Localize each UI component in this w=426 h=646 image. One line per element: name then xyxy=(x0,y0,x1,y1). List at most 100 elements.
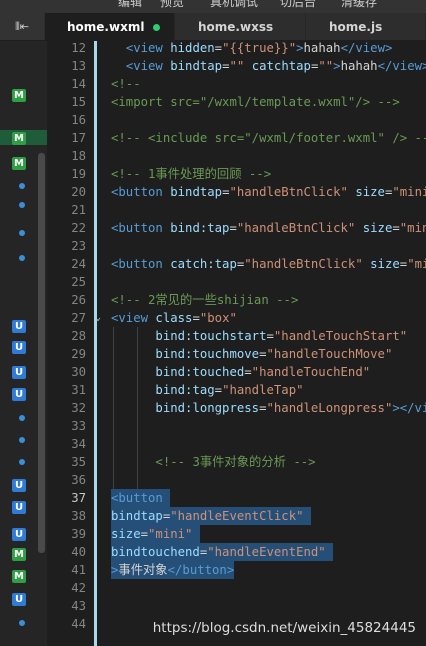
code-line[interactable]: 15 <import src="/wxml/template.wxml"/> --… xyxy=(47,93,426,111)
code-editor[interactable]: 12 <view hidden="{{true}}">hahah</view> 1… xyxy=(47,41,426,646)
code-line[interactable]: 27 ⌄ <view class="box" xyxy=(47,309,426,327)
status-dot-icon xyxy=(19,230,25,236)
code-text: bind:touched="handleTouchEnd" xyxy=(111,363,370,381)
line-number: 18 xyxy=(71,149,86,163)
code-line[interactable]: 20 <button bindtap="handleBtnClick" size=… xyxy=(47,183,426,201)
code-token: "handleLongpress" xyxy=(266,401,393,415)
code-line[interactable]: 22 <button bind:tap="handleBtnClick" size… xyxy=(47,219,426,237)
explorer-toggle-icon[interactable]: ⫴⇤ xyxy=(0,13,44,40)
indent-guide xyxy=(137,417,138,489)
code-token: hidden xyxy=(162,41,215,55)
line-number: 13 xyxy=(71,59,86,73)
code-line[interactable]: 32 bind:longpress="handleLongpress"></vi… xyxy=(47,399,426,417)
menu-item-background[interactable]: 切后台 xyxy=(280,0,316,10)
code-line[interactable]: 43 xyxy=(47,597,426,615)
line-number: 12 xyxy=(71,41,86,55)
code-line[interactable]: 39 size="mini" xyxy=(47,525,426,543)
line-number: 20 xyxy=(71,185,86,199)
code-line[interactable]: 13 <view bindtap="" catchtap="">hahah</v… xyxy=(47,57,426,75)
code-line[interactable]: 36 xyxy=(47,471,426,489)
code-token: bind:touched xyxy=(155,365,245,379)
code-line[interactable]: 24 <button catch:tap="handleBtnClick" siz… xyxy=(47,255,426,273)
modified-badge: M xyxy=(12,157,26,170)
code-token: = xyxy=(214,41,223,55)
code-line[interactable]: 38 bindtap="handleEventClick" xyxy=(47,507,426,525)
modified-badge: M xyxy=(12,132,26,145)
code-line[interactable]: 33 xyxy=(47,417,426,435)
untracked-badge: U xyxy=(12,479,26,492)
code-token: "handleTap" xyxy=(222,383,304,397)
line-number: 36 xyxy=(71,473,86,487)
code-token: <!-- <include src="/wxml/footer.wxml" />… xyxy=(111,131,426,145)
code-line[interactable]: 17 <!-- <include src="/wxml/footer.wxml" … xyxy=(47,129,426,147)
tab-home-wxss[interactable]: home.wxss xyxy=(176,13,306,40)
line-number: 25 xyxy=(71,275,86,289)
code-line[interactable]: 12 <view hidden="{{true}}">hahah</view> xyxy=(47,41,426,57)
code-token: "handleTouchMove" xyxy=(266,347,393,361)
menu-item-preview[interactable]: 预览 xyxy=(160,0,184,10)
code-line[interactable]: 41 >事件对象</button> xyxy=(47,561,426,579)
tab-home-js[interactable]: home.js xyxy=(307,13,426,40)
line-number: 14 xyxy=(71,77,86,91)
status-dot-icon xyxy=(19,437,25,443)
code-token: "handleEventEnd" xyxy=(207,545,334,559)
code-token: size xyxy=(362,257,400,271)
menu-item-edit[interactable]: 编辑 xyxy=(118,0,142,10)
code-line[interactable]: 31 bind:tag="handleTap" xyxy=(47,381,426,399)
code-token: "handleEventClick" xyxy=(170,509,311,523)
tab-label: home.js xyxy=(329,19,383,34)
untracked-badge: U xyxy=(12,388,26,401)
line-number: 37 xyxy=(71,491,86,505)
status-dot-icon xyxy=(19,202,25,208)
code-token: <view xyxy=(125,41,163,55)
code-line[interactable]: 21 xyxy=(47,201,426,219)
code-token: bindtap xyxy=(111,509,163,523)
line-number: 33 xyxy=(71,419,86,433)
code-line[interactable]: 19 <!-- 1事件处理的回顾 --> xyxy=(47,165,426,183)
code-token: = xyxy=(214,383,223,397)
code-line[interactable]: 28 bind:touchstart="handleTouchStart" xyxy=(47,327,426,345)
code-text: >事件对象</button> xyxy=(111,561,235,579)
code-line[interactable]: 37 <button xyxy=(47,489,426,507)
code-line[interactable]: 29 bind:touchmove="handleTouchMove" xyxy=(47,345,426,363)
code-token: "mini" xyxy=(392,185,426,199)
code-token: "" xyxy=(318,59,334,73)
fold-chevron-icon[interactable]: ⌄ xyxy=(95,309,101,327)
code-line[interactable]: 34 xyxy=(47,435,426,453)
code-token: "{{true}}" xyxy=(222,41,297,55)
code-line[interactable]: 35 <!-- 3事件对象的分析 --> xyxy=(47,453,426,471)
code-text: <button bind:tap="handleBtnClick" size="… xyxy=(111,219,426,237)
status-dot-icon xyxy=(19,415,25,421)
code-token: bindtap xyxy=(162,59,223,73)
code-line[interactable]: 23 xyxy=(47,237,426,255)
code-token: <button xyxy=(111,491,171,505)
code-token: size xyxy=(347,185,385,199)
menu-item-clear-cache[interactable]: 清缓存 xyxy=(341,0,377,10)
line-number: 16 xyxy=(71,113,86,127)
modified-dot-icon xyxy=(153,24,160,31)
code-text: bind:touchmove="handleTouchMove" xyxy=(111,345,392,363)
tab-home-wxml[interactable]: home.wxml xyxy=(45,13,175,40)
code-line[interactable]: 18 xyxy=(47,147,426,165)
code-text: bind:longpress="handleLongpress"></view> xyxy=(111,399,426,417)
code-token: 事件对象 xyxy=(118,563,168,577)
code-text: size="mini" xyxy=(111,525,200,543)
code-token: bindtouchend xyxy=(111,545,200,559)
code-line[interactable]: 16 xyxy=(47,111,426,129)
code-text: <button catch:tap="handleBtnClick" size=… xyxy=(111,255,426,273)
code-line[interactable]: 40 bindtouchend="handleEventEnd" xyxy=(47,543,426,561)
sidebar-scrollbar[interactable] xyxy=(38,153,45,553)
code-line[interactable]: 42 xyxy=(47,579,426,597)
code-line[interactable]: 14 <!-- xyxy=(47,75,426,93)
menu-item-device-debug[interactable]: 真机调试 xyxy=(210,0,258,10)
modified-badge: M xyxy=(12,570,26,583)
line-number: 22 xyxy=(71,221,86,235)
code-line[interactable]: 25 xyxy=(47,273,426,291)
code-line[interactable]: 26 <!-- 2常见的一些shijian --> xyxy=(47,291,426,309)
code-token: "handleTouchStart" xyxy=(273,329,408,343)
code-line[interactable]: 30 bind:touched="handleTouchEnd" xyxy=(47,363,426,381)
code-token: = xyxy=(229,221,237,235)
indent-guide xyxy=(137,327,138,417)
